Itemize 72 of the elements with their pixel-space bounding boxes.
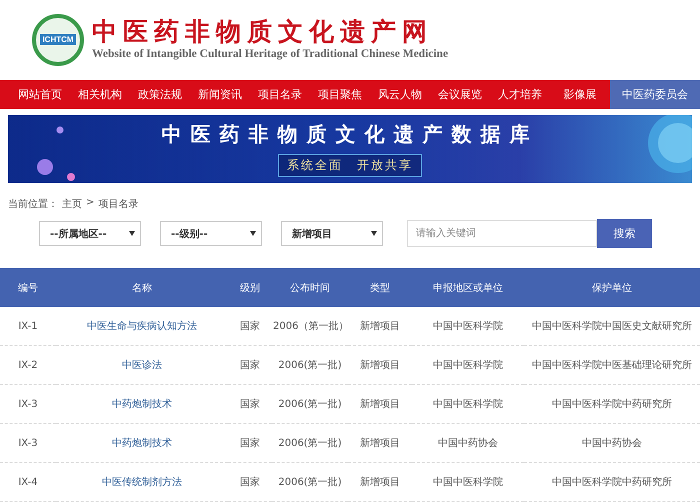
table-cell: IX-4	[0, 462, 56, 502]
column-header: 级别	[228, 268, 272, 307]
table-cell: 中国中医科学院中药研究所	[524, 384, 700, 424]
breadcrumb-separator: >	[86, 197, 94, 210]
table-cell: 中国中药协会	[412, 424, 524, 462]
table-cell: 中国中医科学院中国医史文献研究所	[524, 307, 700, 346]
item-link[interactable]: 中医诊法	[56, 346, 228, 384]
table-cell: 新增项目	[348, 346, 412, 384]
table-cell: 中国中医科学院	[412, 462, 524, 502]
filter-select[interactable]: 新增项目	[281, 221, 383, 246]
column-header: 保护单位	[524, 268, 700, 307]
caret-icon	[129, 231, 135, 236]
column-header: 编号	[0, 268, 56, 307]
logo-text: ICHTCM	[40, 34, 76, 46]
table-cell: 新增项目	[348, 424, 412, 462]
table-cell: 中国中医科学院中医基础理论研究所	[524, 346, 700, 384]
nav-item[interactable]: 人才培养	[490, 80, 550, 110]
column-header: 申报地区或单位	[412, 268, 524, 307]
nav-item[interactable]: 风云人物	[370, 80, 430, 110]
table-cell: 国家	[228, 307, 272, 346]
nav-item[interactable]: 新闻资讯	[190, 80, 250, 110]
table-cell: 新增项目	[348, 307, 412, 346]
nav-item[interactable]: 项目聚焦	[310, 80, 370, 110]
globe-drawing	[648, 115, 692, 174]
nav-item[interactable]: 相关机构	[70, 80, 130, 110]
table-cell: 中国中医科学院中药研究所	[524, 462, 700, 502]
nav-item[interactable]: 中医药委员会	[610, 80, 700, 110]
table-cell: 国家	[228, 462, 272, 502]
table-cell: 中国中医科学院	[412, 384, 524, 424]
breadcrumb-link[interactable]: 项目名录	[98, 197, 138, 211]
table-cell: IX-2	[0, 346, 56, 384]
column-header: 名称	[56, 268, 228, 307]
item-link[interactable]: 中药炮制技术	[56, 424, 228, 462]
table-cell: 中国中药协会	[524, 424, 700, 462]
table-cell: 2006（第一批）	[272, 307, 348, 346]
bubbles-drawing	[37, 126, 77, 183]
table-cell: 2006(第一批)	[272, 384, 348, 424]
nav-item[interactable]: 影像展	[550, 80, 610, 110]
item-link[interactable]: 中医生命与疾病认知方法	[56, 307, 228, 346]
table-cell: 新增项目	[348, 462, 412, 502]
table-cell: 2006(第一批)	[272, 462, 348, 502]
table-cell: 国家	[228, 424, 272, 462]
site-subtitle: Website of Intangible Cultural Heritage of Traditional Chinese Medicine	[92, 48, 448, 60]
site-title: 中医药非物质文化遗产网	[92, 19, 434, 44]
nav-item[interactable]: 会议展览	[430, 80, 490, 110]
nav-item[interactable]: 项目名录	[250, 80, 310, 110]
table-cell: 2006(第一批)	[272, 424, 348, 462]
nav-item[interactable]: 政策法规	[130, 80, 190, 110]
item-link[interactable]: 中医传统制剂方法	[56, 462, 228, 502]
table-cell: IX-3	[0, 384, 56, 424]
search-button[interactable]: 搜索	[597, 219, 652, 248]
table-cell: 新增项目	[348, 384, 412, 424]
breadcrumb-label: 当前位置：	[8, 198, 58, 211]
banner-slogan: 系统全面 开放共享	[278, 154, 422, 178]
table-cell: 国家	[228, 384, 272, 424]
breadcrumb-link[interactable]: 主页	[62, 197, 82, 211]
filter-select[interactable]: --级别--	[160, 221, 262, 246]
table-cell: 2006(第一批)	[272, 346, 348, 384]
nav-item[interactable]: 网站首页	[10, 80, 70, 110]
column-header: 公布时间	[272, 268, 348, 307]
table-cell: 中国中医科学院	[412, 346, 524, 384]
caret-icon	[250, 231, 256, 236]
table-cell: IX-1	[0, 307, 56, 346]
item-link[interactable]: 中药炮制技术	[56, 384, 228, 424]
table-cell: 国家	[228, 346, 272, 384]
filter-select[interactable]: --所属地区--	[39, 221, 141, 246]
caret-icon	[371, 231, 377, 236]
table-cell: IX-3	[0, 424, 56, 462]
column-header: 类型	[348, 268, 412, 307]
search-field[interactable]: 请输入关键词	[407, 220, 597, 247]
table-cell: 中国中医科学院	[412, 307, 524, 346]
banner-title: 中医药非物质文化遗产数据库	[162, 121, 538, 148]
